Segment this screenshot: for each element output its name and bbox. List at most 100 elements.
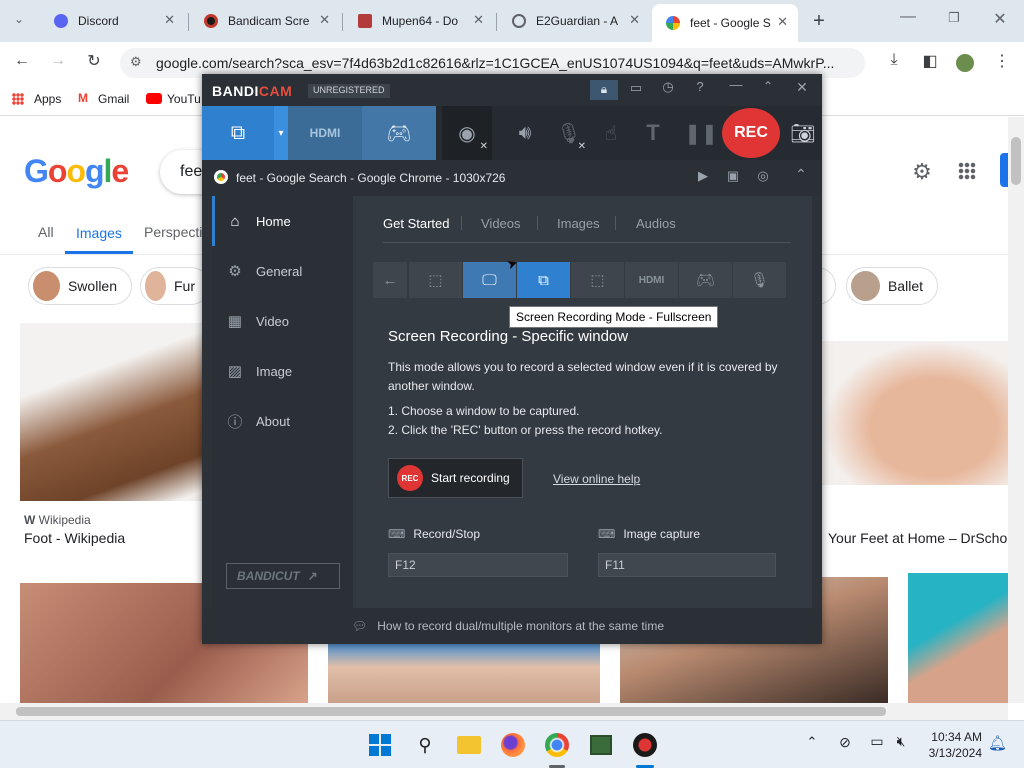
forward-arrow-icon[interactable]: → xyxy=(48,52,68,70)
tab-e2guardian[interactable]: E2Guardian - A ✕ xyxy=(498,6,650,36)
file-explorer-icon[interactable] xyxy=(453,729,485,761)
result-image-hands-feet[interactable] xyxy=(822,341,1008,485)
sign-in-button[interactable] xyxy=(1000,153,1008,187)
close-tab-icon[interactable]: ✕ xyxy=(319,12,330,28)
taskbar-time[interactable]: 10:34 AM xyxy=(920,730,982,744)
mode-audio-button[interactable]: 🎙︎ xyxy=(733,262,786,298)
chip-ballet[interactable]: Ballet xyxy=(846,267,938,305)
speaker-button[interactable]: 🔊︎ xyxy=(508,106,542,160)
bandicam-taskbar-icon[interactable] xyxy=(629,729,661,761)
tab-discord[interactable]: Discord ✕ xyxy=(40,6,185,36)
horizontal-scrollbar[interactable] xyxy=(0,703,1008,720)
sidebar-item-home[interactable]: ⌂ Home xyxy=(212,196,353,246)
mode-dropdown-chevron-icon[interactable]: ▾ xyxy=(274,106,288,160)
profile-avatar[interactable] xyxy=(956,54,974,72)
sidebar-item-video[interactable]: ▦ Video xyxy=(212,296,353,346)
start-recording-button[interactable]: REC Start recording xyxy=(388,458,523,498)
bookmark-gmail[interactable]: Gmail xyxy=(98,92,129,106)
video-record-icon[interactable]: ▶ xyxy=(694,168,712,184)
firefox-icon[interactable] xyxy=(497,729,529,761)
start-button[interactable] xyxy=(364,729,396,761)
broadcast-icon[interactable]: ◎ xyxy=(754,168,772,184)
tab-bandicam[interactable]: Bandicam Scre ✕ xyxy=(190,6,340,36)
window-close-icon[interactable]: ✕ xyxy=(990,9,1010,29)
result-image-feet-4[interactable] xyxy=(908,573,1008,703)
mode-rectangle-button[interactable]: ⬚ xyxy=(409,262,462,298)
text-overlay-button[interactable]: T xyxy=(638,106,668,160)
google-logo[interactable]: Google xyxy=(24,153,129,190)
image-capture-hotkey-field[interactable]: F11 xyxy=(598,553,776,577)
unregistered-badge[interactable]: UNREGISTERED xyxy=(308,84,390,98)
microphone-button[interactable]: 🎙︎ ✕ xyxy=(552,106,586,160)
close-tab-icon[interactable]: ✕ xyxy=(777,14,788,30)
sidebar-item-about[interactable]: ⓘ About xyxy=(212,396,353,446)
folder-icon[interactable]: ▭ xyxy=(626,80,646,96)
tab-google-feet[interactable]: feet - Google S ✕ xyxy=(652,4,798,42)
pause-button[interactable]: ❚❚ xyxy=(684,106,718,160)
nav-perspectives[interactable]: Perspecti xyxy=(144,224,202,240)
chip-swollen[interactable]: Swollen xyxy=(28,267,132,305)
bookmark-apps[interactable]: Apps xyxy=(34,92,61,106)
mode-hdmi-button[interactable]: HDMI xyxy=(625,262,678,298)
back-arrow-button[interactable]: ← xyxy=(373,262,407,298)
band-collapse-icon[interactable]: ⌃ xyxy=(758,79,778,93)
image-icon[interactable]: ▣ xyxy=(724,168,742,184)
bookmark-youtube[interactable]: YouTu xyxy=(167,92,201,106)
band-minimize-icon[interactable]: — xyxy=(726,77,746,92)
scrollbar-thumb[interactable] xyxy=(16,707,886,716)
close-tab-icon[interactable]: ✕ xyxy=(164,12,175,28)
vertical-scrollbar[interactable] xyxy=(1008,117,1024,703)
bandicam-footer[interactable]: 💬︎ How to record dual/multiple monitors a… xyxy=(202,608,822,644)
download-icon[interactable]: ⤓ xyxy=(884,51,904,69)
site-info-icon[interactable]: ⚙ xyxy=(130,54,142,70)
tab-videos[interactable]: Videos xyxy=(481,216,521,231)
window-mode-button[interactable]: ⧉ xyxy=(202,106,274,160)
new-tab-plus-icon[interactable]: + xyxy=(808,10,830,33)
lock-icon[interactable]: 🔒︎ xyxy=(590,80,618,100)
nav-all[interactable]: All xyxy=(38,224,54,240)
clock-icon[interactable]: ◷ xyxy=(658,79,678,95)
mode-around-mouse-button[interactable]: ⬚ xyxy=(571,262,624,298)
close-tab-icon[interactable]: ✕ xyxy=(629,12,640,28)
cursor-effect-button[interactable]: ☝︎ xyxy=(596,106,626,160)
taskbar-search-icon[interactable]: ⚲ xyxy=(409,729,441,761)
taskbar-date[interactable]: 3/13/2024 xyxy=(920,746,982,760)
settings-gear-icon[interactable]: ⚙ xyxy=(910,159,934,185)
nav-images[interactable]: Images xyxy=(76,225,122,241)
close-tab-icon[interactable]: ✕ xyxy=(473,12,484,28)
sidebar-item-image[interactable]: ▨ Image xyxy=(212,346,353,396)
scrollbar-thumb[interactable] xyxy=(1011,137,1021,185)
bandicut-button[interactable]: BANDICUT ↗ xyxy=(226,563,340,589)
webcam-button[interactable]: ◉ ✕ xyxy=(442,106,492,160)
result-image-beach-feet[interactable] xyxy=(328,643,600,703)
tab-mupen64[interactable]: Mupen64 - Do ✕ xyxy=(344,6,494,36)
mupen64-icon[interactable] xyxy=(585,729,617,761)
chrome-menu-icon[interactable]: ⋮ xyxy=(992,51,1012,71)
screenshot-button[interactable]: 📷︎ xyxy=(788,106,818,160)
rec-button[interactable]: REC xyxy=(722,108,780,158)
tab-search-chevron-icon[interactable]: ⌄ xyxy=(10,12,28,26)
tab-images[interactable]: Images xyxy=(557,216,600,231)
tray-overflow-chevron-icon[interactable]: ⌃ xyxy=(804,734,820,750)
chrome-taskbar-icon[interactable] xyxy=(541,729,573,761)
collapse-chevron-icon[interactable]: ⌃ xyxy=(792,166,810,183)
tab-get-started[interactable]: Get Started xyxy=(383,216,449,231)
chip-fur[interactable]: Fur xyxy=(140,267,210,305)
reload-icon[interactable]: ↻ xyxy=(84,51,104,71)
restore-icon[interactable]: ❐ xyxy=(944,10,964,26)
view-online-help-link[interactable]: View online help xyxy=(553,472,640,486)
hdmi-mode-button[interactable]: HDMI xyxy=(288,106,362,160)
help-icon[interactable]: ? xyxy=(690,79,710,94)
network-off-icon[interactable]: ⊘ xyxy=(836,734,854,751)
side-panel-icon[interactable]: ◧ xyxy=(920,51,940,71)
game-mode-button[interactable]: 🎮︎ xyxy=(362,106,436,160)
volume-muted-icon[interactable]: 🔇︎ xyxy=(892,733,910,750)
mode-game-button[interactable]: 🎮︎ xyxy=(679,262,732,298)
record-stop-hotkey-field[interactable]: F12 xyxy=(388,553,568,577)
display-icon[interactable]: ▭ xyxy=(868,733,886,750)
notification-bell-icon[interactable]: 🔔︎ xyxy=(988,734,1007,752)
result-title[interactable]: Foot - Wikipedia xyxy=(24,530,125,546)
minimize-icon[interactable]: — xyxy=(898,8,918,26)
result-title-right[interactable]: Your Feet at Home – DrScho xyxy=(828,530,1007,546)
back-arrow-icon[interactable]: ← xyxy=(12,52,32,70)
